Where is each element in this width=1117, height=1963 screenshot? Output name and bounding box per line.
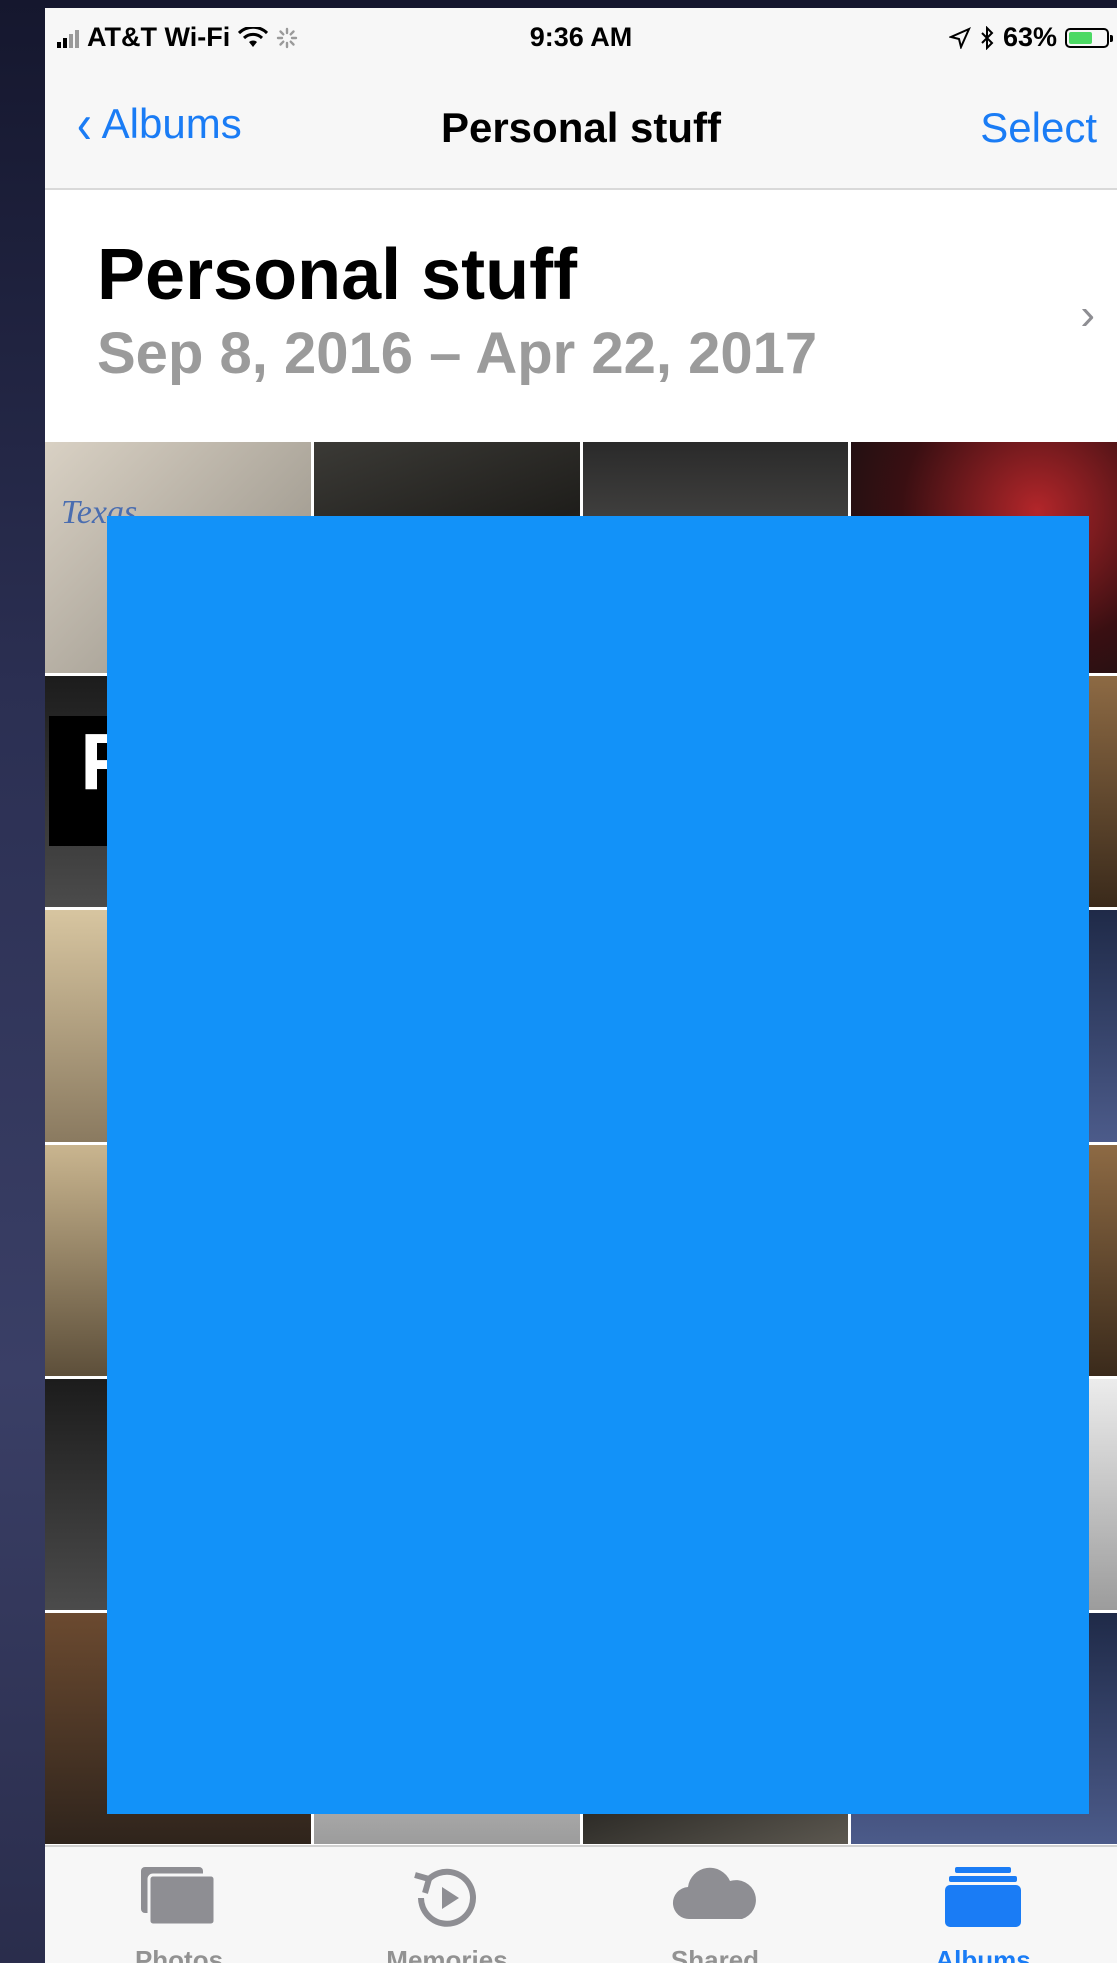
memories-icon (414, 1868, 476, 1927)
select-button[interactable]: Select (980, 104, 1097, 152)
cloud-icon (672, 1867, 756, 1920)
nav-title: Personal stuff (440, 104, 722, 151)
location-arrow-icon (948, 26, 971, 49)
album-date-range: Sep 8, 2016 – Apr 22, 2017 (97, 321, 818, 386)
tab-label: Memories (386, 1945, 508, 1963)
status-right: 63% (948, 22, 1113, 53)
tab-memories[interactable]: Memories (313, 1847, 581, 1963)
bluetooth-icon (981, 25, 994, 50)
phone-screen: AT&T Wi-Fi 9:36 AM 63% ‹ Albums Personal… (45, 8, 1117, 1963)
battery-percent: 63% (1002, 22, 1057, 52)
album-title: Personal stuff (97, 235, 578, 315)
status-bar: AT&T Wi-Fi 9:36 AM 63% (45, 8, 1117, 68)
photos-icon (141, 1867, 217, 1927)
album-header[interactable]: Personal stuff Sep 8, 2016 – Apr 22, 201… (45, 190, 1117, 442)
redaction-overlay (107, 516, 1089, 1814)
chevron-right-icon: › (1080, 290, 1095, 339)
tab-label: Shared (670, 1945, 760, 1963)
battery-icon (1065, 27, 1113, 48)
tab-shared[interactable]: Shared (581, 1847, 849, 1963)
tab-bar: Photos Memories Shared Albums (45, 1845, 1117, 1963)
albums-icon (945, 1867, 1021, 1927)
tab-albums[interactable]: Albums (849, 1847, 1117, 1963)
tab-label: Photos (134, 1945, 224, 1963)
tab-photos[interactable]: Photos (45, 1847, 313, 1963)
tab-label: Albums (935, 1945, 1031, 1963)
battery-fill (1069, 31, 1092, 44)
navigation-bar: ‹ Albums Personal stuff Select (45, 68, 1117, 190)
